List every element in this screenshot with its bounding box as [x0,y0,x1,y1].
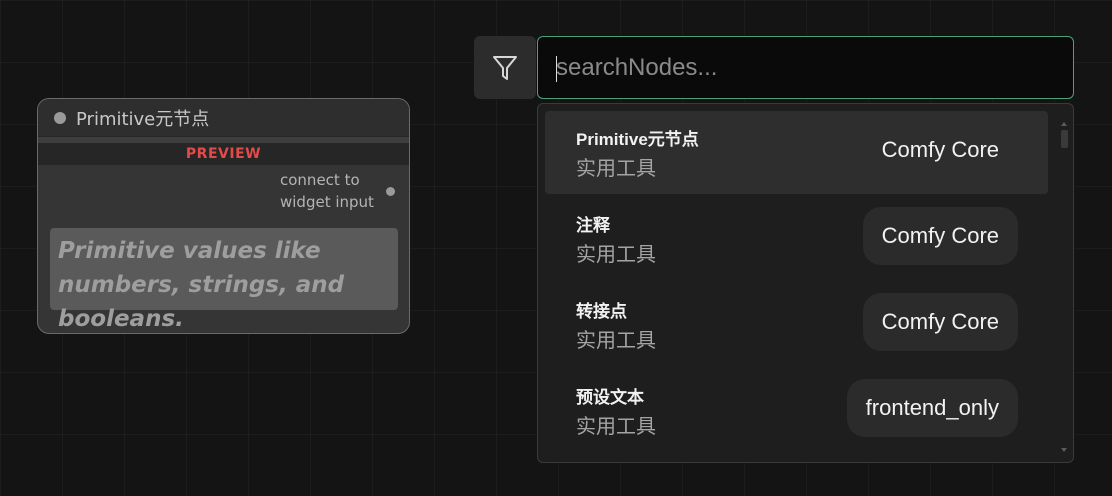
result-item[interactable]: 预设文本 实用工具 frontend_only [545,369,1048,452]
text-caret [556,56,557,82]
filter-button[interactable] [474,36,536,99]
node-header: Primitive元节点 [38,99,409,137]
result-category: 实用工具 [576,156,656,180]
result-source-badge: Comfy Core [881,137,999,162]
result-item[interactable]: Primitive元节点 实用工具 Comfy Core [545,111,1048,194]
search-input[interactable] [538,37,1073,98]
results-scrollbar[interactable] [1060,122,1069,452]
result-item[interactable]: 转接点 实用工具 Comfy Core [545,283,1048,366]
scroll-up-icon[interactable] [1061,122,1067,126]
search-results: Primitive元节点 实用工具 Comfy Core 注释 实用工具 Com… [537,103,1074,463]
result-category: 实用工具 [576,414,656,438]
node-output: connect to widget input [280,169,395,213]
node-collapse-dot [54,111,66,124]
result-category: 实用工具 [576,242,656,266]
result-name: 预设文本 [576,388,644,407]
result-name: 转接点 [576,302,627,321]
node-preview: Primitive元节点 PREVIEW connect to widget i… [37,98,410,334]
result-source-badge: frontend_only [846,379,1018,437]
filter-icon [493,55,517,80]
node-description: Primitive values like numbers, strings, … [50,228,398,332]
result-item[interactable]: 注释 实用工具 Comfy Core [545,197,1048,280]
output-slot [386,186,395,196]
scroll-down-icon[interactable] [1061,448,1067,452]
search-box[interactable] [537,36,1074,99]
result-name: 注释 [576,216,610,235]
preview-label: PREVIEW [38,143,409,165]
result-source-badge: Comfy Core [862,207,1018,265]
result-name: Primitive元节点 [576,130,699,149]
output-label: connect to widget input [280,171,374,211]
result-source-badge: Comfy Core [862,293,1018,351]
scroll-thumb[interactable] [1061,130,1068,148]
node-title: Primitive元节点 [76,108,210,130]
result-category: 实用工具 [576,328,656,352]
